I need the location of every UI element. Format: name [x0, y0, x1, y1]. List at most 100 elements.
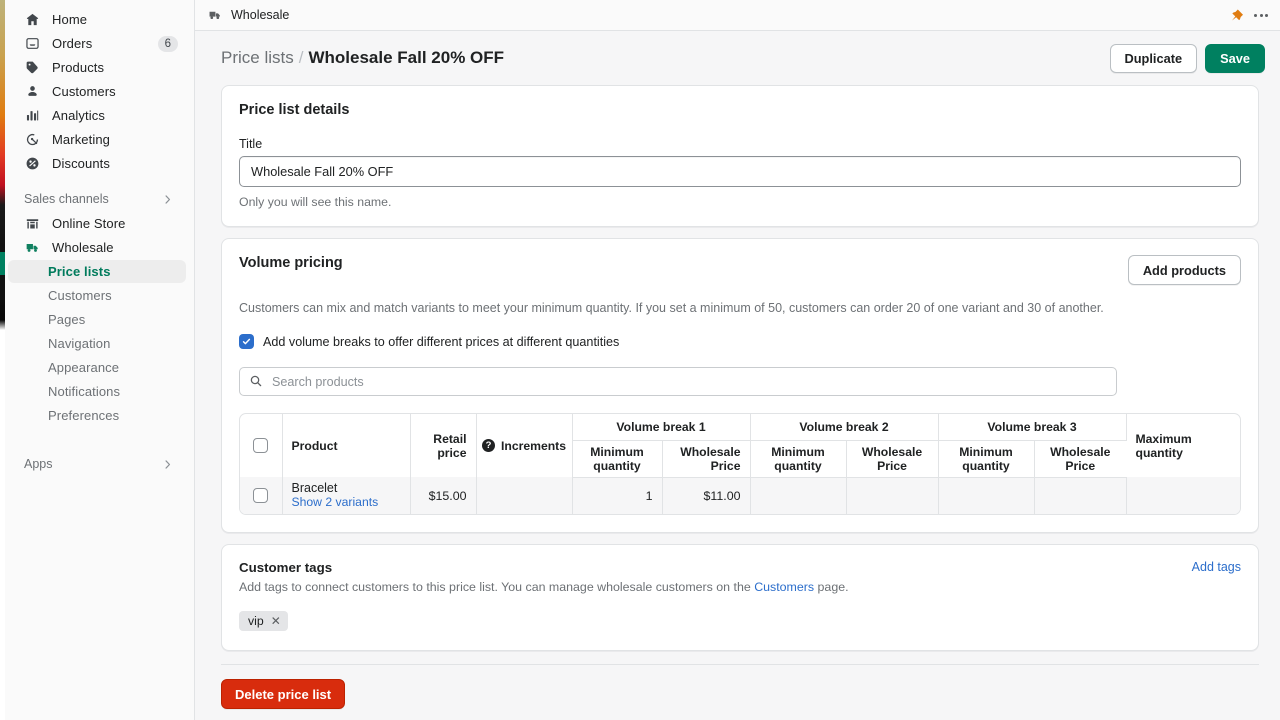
tags-desc-prefix: Add tags to connect customers to this pr… [239, 580, 755, 595]
vb3-min-qty-header: Minimum quantity [938, 440, 1035, 478]
add-tags-link[interactable]: Add tags [1192, 560, 1241, 574]
title-help-text: Only you will see this name. [239, 195, 392, 209]
row-max-qty-cell[interactable] [1126, 477, 1240, 515]
volume-break-2-label: Volume break 2 [799, 419, 889, 434]
sidebar-item-home[interactable]: Home [8, 8, 186, 31]
table-group-header-row: Product Retail price ? Increments Volume… [240, 414, 1240, 478]
volume-break-2-group-header: Volume break 2 [750, 414, 939, 441]
sidebar-item-products[interactable]: Products [8, 56, 186, 79]
select-all-checkbox[interactable] [253, 437, 269, 453]
sidebar-item-label: Wholesale [52, 240, 114, 255]
volume-breaks-checkbox[interactable] [239, 334, 254, 350]
vb1-min-qty-label: Minimum quantity [590, 444, 644, 473]
product-header-label: Product [291, 438, 338, 453]
tags-desc-suffix: page. [814, 580, 849, 595]
vb2-price-label: Wholesale Price [861, 444, 923, 473]
page-title: Wholesale Fall 20% OFF [308, 48, 505, 67]
search-input[interactable] [239, 367, 1117, 397]
page-body: Price list details Title Only you will s… [195, 85, 1280, 720]
sidebar-subitem-label: Appearance [48, 360, 120, 375]
title-field-label: Title [239, 137, 263, 151]
volume-pricing-header: Volume pricing Add products [239, 255, 1241, 285]
row-checkbox[interactable] [253, 487, 269, 503]
tag-pill: vip ✕ [239, 611, 288, 632]
sidebar-subitem-label: Price lists [48, 264, 111, 279]
product-header: Product [282, 414, 411, 478]
footer-actions: Delete price list [221, 665, 1259, 710]
chevron-right-icon [161, 193, 174, 206]
sidebar-item-pages[interactable]: Pages [8, 308, 186, 331]
sidebar-item-wholesale-customers[interactable]: Customers [8, 284, 186, 307]
price-list-details-heading: Price list details [239, 102, 350, 118]
sidebar: Home Orders 6 Products Customers Analyti… [0, 0, 195, 720]
app-topbar: Wholesale [195, 0, 1280, 31]
sidebar-item-preferences[interactable]: Preferences [8, 404, 186, 427]
row-vb3-price-cell[interactable] [1034, 477, 1127, 515]
vb3-min-qty-label: Minimum quantity [959, 444, 1013, 473]
search-icon [249, 374, 263, 388]
row-select-cell [240, 477, 283, 515]
customers-link[interactable]: Customers [754, 580, 814, 594]
row-vb2-price-cell[interactable] [846, 477, 939, 515]
maximum-quantity-header-label: Maximum quantity [1135, 431, 1192, 460]
sidebar-subitem-label: Customers [48, 288, 112, 303]
sidebar-item-wholesale[interactable]: Wholesale [8, 236, 186, 259]
ellipsis-icon[interactable] [1249, 4, 1273, 26]
pin-icon[interactable] [1225, 4, 1247, 26]
sales-channels-label: Sales channels [24, 192, 109, 206]
main-content: Wholesale Price lists / Wholesale Fall 2… [195, 0, 1280, 720]
show-variants-link[interactable]: Show 2 variants [292, 495, 401, 510]
sidebar-section-sales-channels[interactable]: Sales channels [8, 188, 186, 210]
sidebar-item-label: Marketing [52, 132, 110, 147]
volume-pricing-heading: Volume pricing [239, 255, 343, 271]
title-input[interactable] [239, 156, 1241, 187]
sidebar-item-appearance[interactable]: Appearance [8, 356, 186, 379]
sidebar-item-label: Home [52, 12, 88, 27]
vb1-min-qty-header: Minimum quantity [572, 440, 663, 478]
row-vb3-min-qty-cell[interactable] [938, 477, 1035, 515]
retail-price-header: Retail price [410, 414, 477, 478]
save-button[interactable]: Save [1205, 43, 1265, 73]
sidebar-item-notifications[interactable]: Notifications [8, 380, 186, 403]
sidebar-item-customers[interactable]: Customers [8, 80, 186, 103]
price-list-details-card: Price list details Title Only you will s… [221, 85, 1259, 227]
volume-pricing-table: Product Retail price ? Increments Volume… [240, 414, 1240, 515]
sidebar-item-price-lists[interactable]: Price lists [8, 260, 186, 283]
sidebar-item-label: Online Store [52, 216, 126, 231]
sidebar-section-apps[interactable]: Apps [8, 453, 186, 475]
header-actions: Duplicate Save [1109, 43, 1265, 73]
sidebar-subitem-label: Notifications [48, 384, 121, 399]
volume-break-1-label: Volume break 1 [616, 419, 706, 434]
sidebar-item-navigation[interactable]: Navigation [8, 332, 186, 355]
orders-icon [24, 35, 41, 52]
add-products-button[interactable]: Add products [1127, 255, 1241, 285]
duplicate-button[interactable]: Duplicate [1109, 43, 1198, 73]
tag-label: vip [248, 614, 264, 629]
breadcrumb: Price lists / Wholesale Fall 20% OFF [221, 48, 504, 68]
table-head: Product Retail price ? Increments Volume… [240, 414, 1240, 478]
store-icon [24, 215, 41, 232]
row-vb1-min-qty-cell[interactable]: 1 [572, 477, 663, 515]
sidebar-item-orders[interactable]: Orders 6 [8, 32, 186, 55]
sidebar-item-discounts[interactable]: Discounts [8, 152, 186, 175]
sidebar-subitem-label: Preferences [48, 408, 120, 423]
help-icon[interactable]: ? [481, 439, 495, 453]
product-info: Bracelet Show 2 variants [283, 481, 410, 510]
sidebar-item-analytics[interactable]: Analytics [8, 104, 186, 127]
vb3-price-label: Wholesale Price [1050, 444, 1111, 473]
table-row[interactable]: Bracelet Show 2 variants $15.00 1 $11.00 [240, 477, 1240, 515]
volume-break-3-group-header: Volume break 3 [938, 414, 1127, 441]
delete-price-list-button[interactable]: Delete price list [221, 679, 346, 710]
close-icon[interactable]: ✕ [271, 615, 281, 627]
vb1-price-value: $11.00 [703, 488, 741, 503]
customer-tags-description: Add tags to connect customers to this pr… [239, 580, 1241, 594]
sidebar-item-marketing[interactable]: Marketing [8, 128, 186, 151]
breadcrumb-price-lists[interactable]: Price lists [221, 48, 294, 68]
vb1-price-label: Wholesale Price [680, 444, 741, 473]
sidebar-item-online-store[interactable]: Online Store [8, 212, 186, 235]
row-vb1-price-cell[interactable]: $11.00 [662, 477, 751, 515]
row-increments-cell[interactable] [476, 477, 573, 515]
row-vb2-min-qty-cell[interactable] [750, 477, 847, 515]
row-retail-price-cell: $15.00 [410, 477, 477, 515]
discounts-icon [24, 155, 41, 172]
